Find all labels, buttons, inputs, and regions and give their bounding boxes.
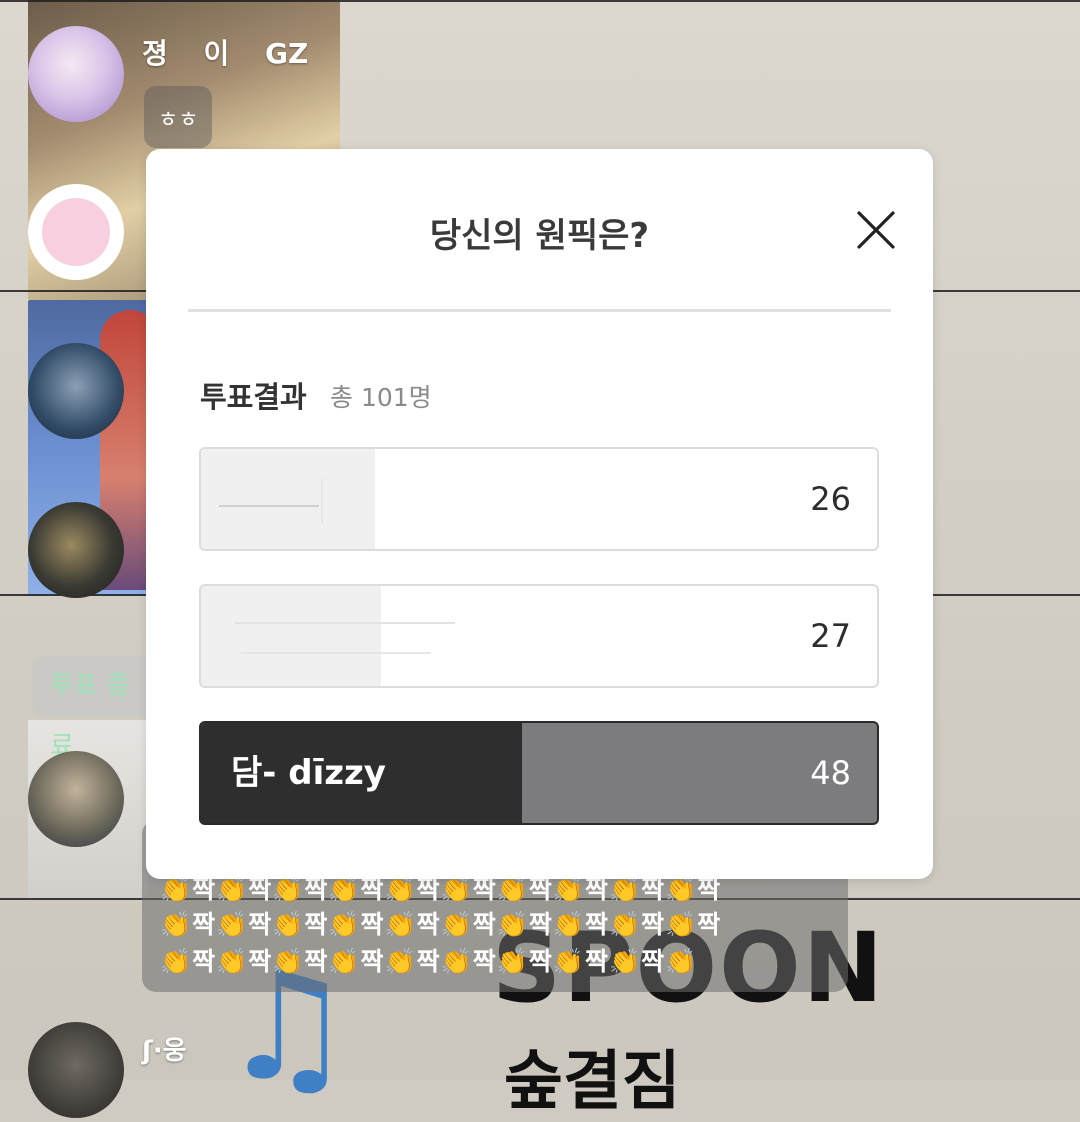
close-button[interactable] [855, 209, 897, 251]
username: 졍 이 GZ [142, 37, 309, 70]
option-label: 담- dīzzy [231, 753, 386, 793]
results-label: 투표결과 [200, 380, 307, 414]
modal-title: 당신의 원픽은? [429, 216, 650, 256]
option-count: 48 [810, 754, 851, 792]
clap-line: 👏짝👏짝👏짝👏짝👏짝👏짝👏짝👏짝👏짝👏 [160, 947, 698, 976]
vote-ended-badge: 투표 종료 [32, 656, 152, 761]
option-count: 27 [810, 617, 851, 655]
poll-result-modal: 당신의 원픽은? 투표결과 총 101명 26 27 담- dīzzy 48 [146, 149, 933, 879]
redacted-label [321, 479, 323, 523]
clap-line: 👏짝👏짝👏짝👏짝👏짝👏짝👏짝👏짝👏짝👏짝 [160, 910, 722, 939]
option-bar-fill [201, 449, 375, 549]
avatar[interactable] [28, 26, 124, 122]
option-count: 26 [810, 480, 851, 518]
redacted-label [235, 622, 455, 624]
avatar[interactable] [28, 502, 124, 598]
avatar[interactable] [28, 343, 124, 439]
username: ʃ·웅 [142, 1036, 187, 1066]
avatar[interactable] [28, 751, 124, 847]
poll-option-winner[interactable]: 담- dīzzy 48 [199, 721, 879, 825]
avatar[interactable] [28, 1022, 124, 1118]
redacted-label [241, 652, 431, 654]
avatar[interactable] [28, 184, 124, 280]
chat-message-text: ㅎㅎ [158, 108, 199, 133]
poll-option[interactable]: 27 [199, 584, 879, 688]
wall-stripe [0, 0, 1080, 2]
poll-option[interactable]: 26 [199, 447, 879, 551]
chat-message: ㅎㅎ [144, 86, 212, 148]
close-icon [857, 211, 895, 249]
wall-text-korean: 숲결짐 [504, 1045, 681, 1119]
redacted-label [219, 505, 319, 507]
option-bar-fill [201, 586, 382, 686]
total-votes: 총 101명 [330, 383, 432, 412]
divider [188, 309, 891, 312]
